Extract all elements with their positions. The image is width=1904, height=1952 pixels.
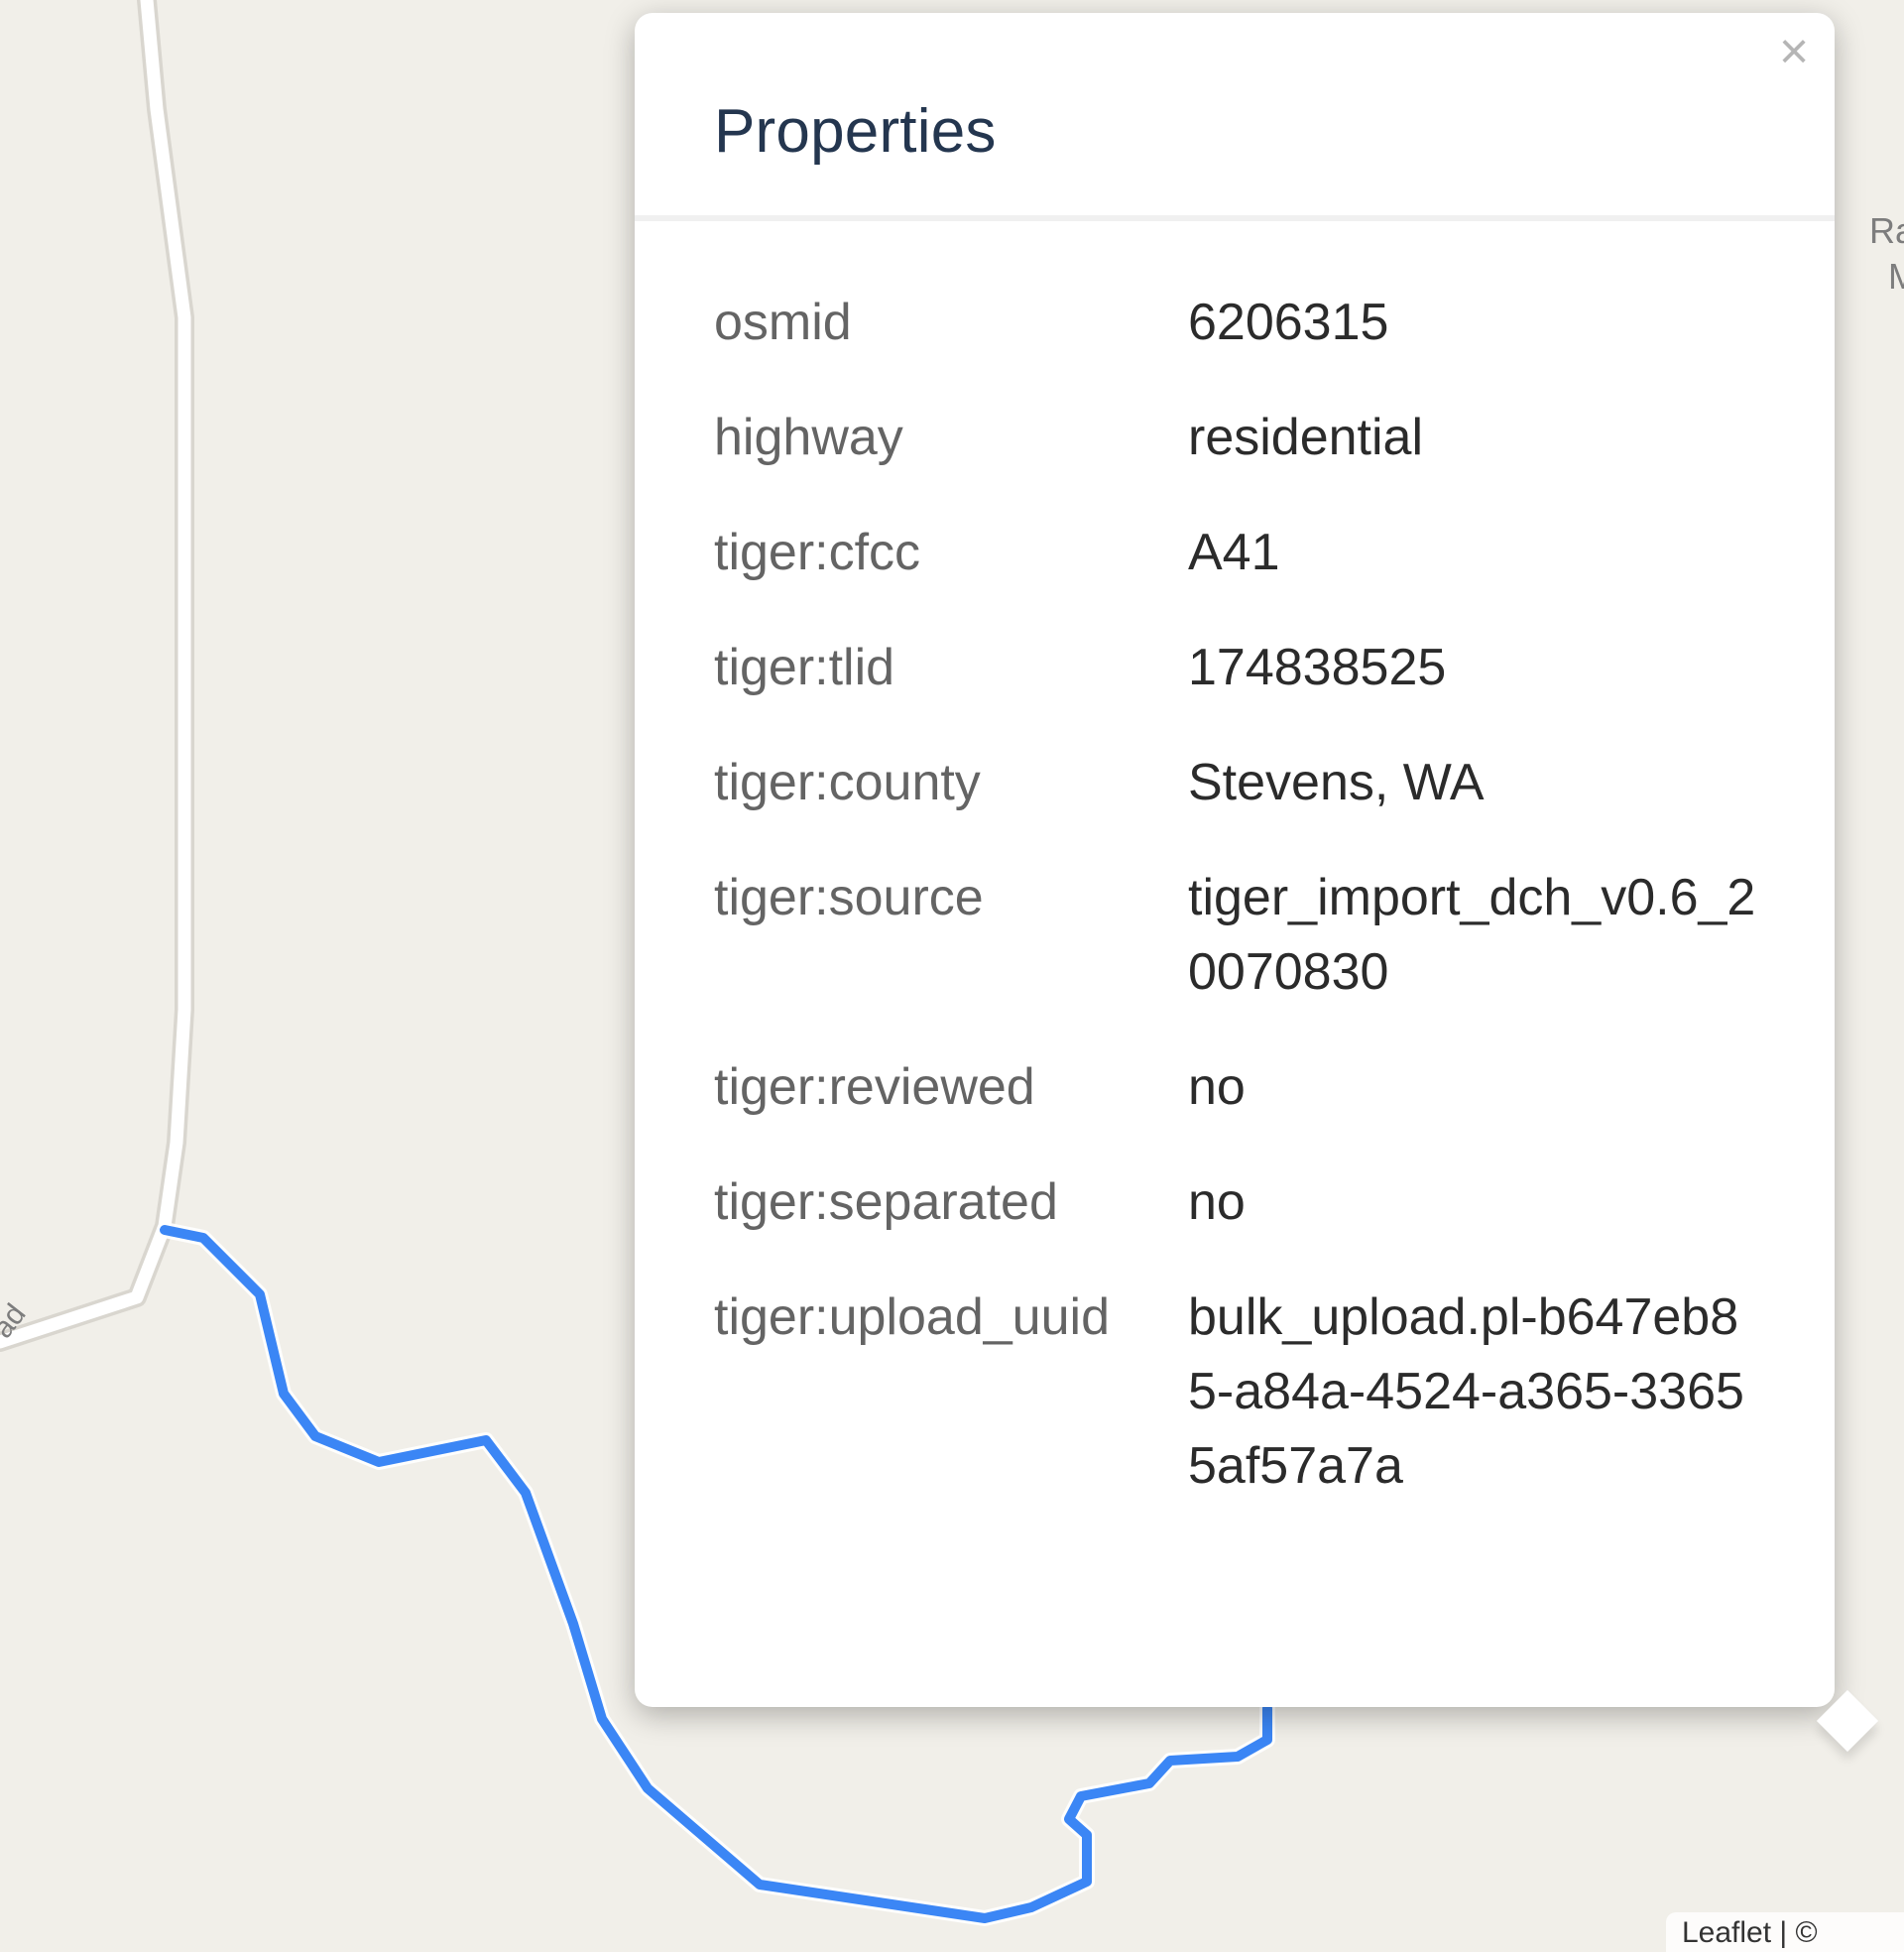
property-row: tiger:upload_uuid bulk_upload.pl-b647eb8… [714,1281,1763,1544]
property-row: tiger:reviewed no [714,1050,1763,1165]
property-row: tiger:county Stevens, WA [714,746,1763,861]
property-row: tiger:separated no [714,1165,1763,1281]
map-attribution[interactable]: Leaflet | © [1666,1912,1904,1952]
property-row: tiger:source tiger_import_dch_v0.6_20070… [714,861,1763,1050]
close-icon[interactable]: × [1771,26,1817,77]
map-place-label: M [1888,256,1904,297]
property-row: tiger:tlid 174838525 [714,631,1763,746]
property-value: no [1188,1173,1246,1231]
property-key: tiger:county [714,754,981,811]
property-key: osmid [714,294,852,351]
property-row: highway residential [714,401,1763,516]
property-key: tiger:cfcc [714,524,921,581]
popup-title: Properties [714,97,997,166]
properties-popup: × Properties osmid 6206315 highway resid… [635,13,1879,1753]
property-value: A41 [1188,524,1280,581]
property-value: Stevens, WA [1188,754,1485,811]
property-value: 174838525 [1188,639,1447,696]
property-row: tiger:cfcc A41 [714,516,1763,631]
property-key: tiger:reviewed [714,1058,1035,1116]
property-value: residential [1188,409,1424,466]
property-value: 6206315 [1188,294,1389,351]
property-value: bulk_upload.pl-b647eb85-a84a-4524-a365-3… [1188,1288,1744,1495]
property-value: no [1188,1058,1246,1116]
minor-road [0,0,194,1352]
popup-header: Properties [635,13,1835,221]
properties-table: osmid 6206315 highway residential tiger:… [714,286,1763,1544]
property-row: osmid 6206315 [714,286,1763,401]
property-key: tiger:source [714,869,984,926]
property-value: tiger_import_dch_v0.6_20070830 [1188,869,1756,1001]
map-place-label: Ra [1869,210,1904,251]
property-key: tiger:upload_uuid [714,1288,1110,1346]
property-key: highway [714,409,903,466]
property-key: tiger:separated [714,1173,1058,1231]
property-key: tiger:tlid [714,639,895,696]
